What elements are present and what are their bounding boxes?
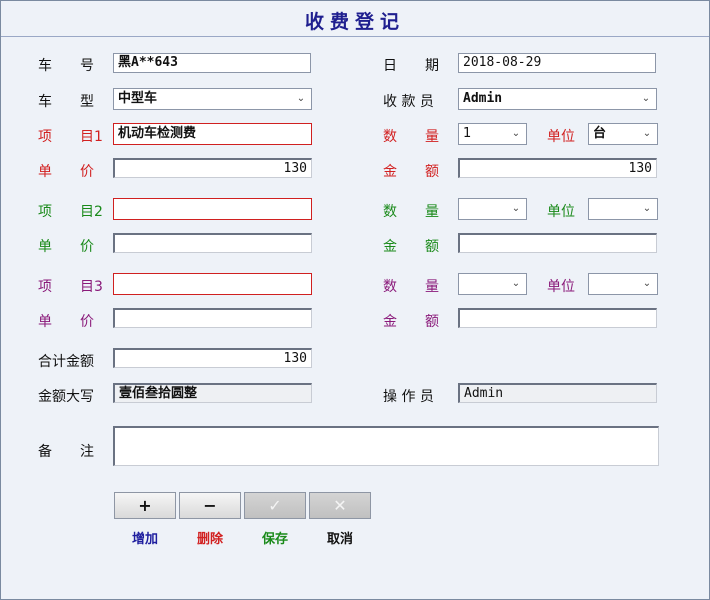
qty1-value: 1: [463, 126, 472, 141]
total-upper-label: 金额大写: [38, 389, 94, 405]
amount3-field[interactable]: [458, 308, 657, 328]
qty2-select[interactable]: ⌄: [458, 198, 527, 220]
title-divider: [1, 36, 709, 37]
remark-label: 备 注: [38, 444, 94, 460]
amount3-label: 金 额: [383, 314, 439, 330]
cancel-button-label[interactable]: 取消: [309, 528, 371, 547]
chevron-down-icon: ⌄: [642, 203, 652, 214]
cashier-label: 收 款 员: [383, 94, 434, 110]
chevron-down-icon: ⌄: [511, 278, 521, 289]
unit1-select[interactable]: 台 ⌄: [588, 123, 658, 145]
plate-field[interactable]: 黑A**643: [113, 53, 311, 73]
price2-label: 单 价: [38, 239, 94, 255]
item2-label: 项 目2: [38, 204, 103, 220]
item1-label: 项 目1: [38, 129, 103, 145]
operator-label: 操 作 员: [383, 389, 434, 405]
plus-icon: +: [138, 496, 152, 515]
total-label: 合计金额: [38, 354, 94, 370]
unit1-label: 单位: [547, 129, 575, 145]
chevron-down-icon: ⌄: [641, 93, 651, 104]
add-button[interactable]: +: [114, 492, 176, 519]
save-button[interactable]: ✓: [244, 492, 306, 519]
chevron-down-icon: ⌄: [642, 278, 652, 289]
amount1-field[interactable]: 130: [458, 158, 657, 178]
price3-field[interactable]: [113, 308, 312, 328]
operator-field: Admin: [458, 383, 657, 403]
chevron-down-icon: ⌄: [296, 93, 306, 104]
amount2-field[interactable]: [458, 233, 657, 253]
page-title: 收费登记: [304, 11, 405, 33]
minus-icon: −: [203, 496, 217, 515]
price3-label: 单 价: [38, 314, 94, 330]
vehicle-type-select[interactable]: 中型车 ⌄: [113, 88, 312, 110]
qty3-select[interactable]: ⌄: [458, 273, 527, 295]
unit3-label: 单位: [547, 279, 575, 295]
cashier-select[interactable]: Admin ⌄: [458, 88, 657, 110]
item1-field[interactable]: 机动车检测费: [113, 123, 312, 145]
vehicle-type-value: 中型车: [118, 91, 158, 106]
amount1-label: 金 额: [383, 164, 439, 180]
price1-label: 单 价: [38, 164, 94, 180]
plate-label: 车 号: [38, 58, 94, 74]
total-upper-field: 壹佰叁拾圆整: [113, 383, 312, 403]
item3-field[interactable]: [113, 273, 312, 295]
delete-button-label[interactable]: 删除: [179, 528, 241, 547]
check-icon: ✓: [268, 496, 282, 515]
date-field[interactable]: 2018-08-29: [458, 53, 656, 73]
price1-field[interactable]: 130: [113, 158, 312, 178]
total-field[interactable]: 130: [113, 348, 312, 368]
unit1-value: 台: [593, 126, 607, 141]
qty2-label: 数 量: [383, 204, 439, 220]
delete-button[interactable]: −: [179, 492, 241, 519]
date-label: 日 期: [383, 58, 439, 74]
chevron-down-icon: ⌄: [511, 203, 521, 214]
qty1-select[interactable]: 1 ⌄: [458, 123, 527, 145]
remark-textarea[interactable]: [113, 426, 659, 466]
qty3-label: 数 量: [383, 279, 439, 295]
unit2-label: 单位: [547, 204, 575, 220]
chevron-down-icon: ⌄: [642, 128, 652, 139]
fee-registration-window: 收费登记 车 号 黑A**643 日 期 2018-08-29 车 型 中型车 …: [0, 0, 710, 600]
price2-field[interactable]: [113, 233, 312, 253]
add-button-label[interactable]: 增加: [114, 528, 176, 547]
cashier-value: Admin: [463, 91, 503, 106]
item3-label: 项 目3: [38, 279, 103, 295]
close-icon: ✕: [333, 496, 347, 515]
qty1-label: 数 量: [383, 129, 439, 145]
unit2-select[interactable]: ⌄: [588, 198, 658, 220]
item2-field[interactable]: [113, 198, 312, 220]
chevron-down-icon: ⌄: [511, 128, 521, 139]
save-button-label[interactable]: 保存: [244, 528, 306, 547]
unit3-select[interactable]: ⌄: [588, 273, 658, 295]
amount2-label: 金 额: [383, 239, 439, 255]
vehicle-type-label: 车 型: [38, 94, 94, 110]
cancel-button[interactable]: ✕: [309, 492, 371, 519]
